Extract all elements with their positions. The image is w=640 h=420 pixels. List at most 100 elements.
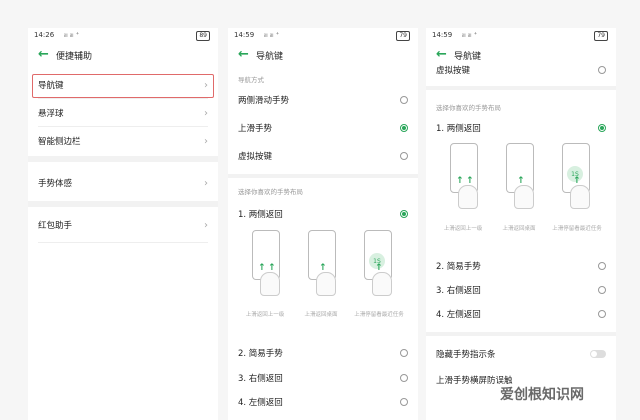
chevron-right-icon: › xyxy=(204,219,208,231)
section-gap xyxy=(28,201,218,207)
option-label: 虚拟按键 xyxy=(238,152,273,162)
radio-button[interactable] xyxy=(598,262,606,270)
radio-button[interactable] xyxy=(400,374,408,382)
radio-button[interactable] xyxy=(400,96,408,104)
status-bar: 14:59 ᵢₗₗ ᵢₗₗ ⁺ 79 xyxy=(228,28,418,44)
page-title: 导航键 xyxy=(256,52,284,62)
option-label: 1. 两侧返回 xyxy=(238,210,283,220)
option-label: 2. 简易手势 xyxy=(238,349,283,359)
battery-level: 79 xyxy=(594,31,608,41)
settings-panel-1: 14:26 ᵢₗₗ ᵢₗₗ ⁺ 89 ← 便捷辅助 导航键 › 悬浮球 › 智能侧边… xyxy=(28,28,218,420)
back-arrow-icon[interactable]: ← xyxy=(238,47,249,62)
menu-item-nav-keys[interactable]: 导航键 › xyxy=(38,75,208,95)
layout-option-1[interactable]: 1. 两侧返回 xyxy=(436,118,606,138)
status-time: 14:59 xyxy=(432,31,453,39)
status-time: 14:59 xyxy=(234,31,255,39)
caption: 上滑返回上一级 xyxy=(245,312,285,318)
settings-panel-3: 14:59 ᵢₗₗ ᵢₗₗ ⁺ 79 ← 导航键 虚拟按键 选择你喜欢的手势布局… xyxy=(426,28,616,420)
menu-item-label: 导航键 xyxy=(38,81,64,91)
radio-button[interactable] xyxy=(598,310,606,318)
section-label: 选择你喜欢的手势布局 xyxy=(436,104,501,112)
radio-button[interactable] xyxy=(400,349,408,357)
menu-item-label: 悬浮球 xyxy=(38,109,64,119)
option-label: 4. 左侧返回 xyxy=(238,398,283,408)
header: ← 导航键 xyxy=(228,44,418,68)
option-virtual-keys[interactable]: 虚拟按键 xyxy=(436,60,606,80)
menu-item-gestures[interactable]: 手势体感 › xyxy=(38,173,208,193)
layout-option-3[interactable]: 3. 右侧返回 xyxy=(436,280,606,300)
caption: 上滑停留看最近任务 xyxy=(552,226,602,232)
menu-item-smart-sidebar[interactable]: 智能侧边栏 › xyxy=(38,131,208,151)
radio-button[interactable] xyxy=(598,66,606,74)
battery: 79 xyxy=(594,31,608,41)
hand-icon xyxy=(260,272,280,296)
divider xyxy=(38,126,208,127)
arrow-up-icon: ↑ xyxy=(456,176,464,186)
hand-icon xyxy=(316,272,336,296)
menu-item-label: 红包助手 xyxy=(38,221,73,231)
battery-level: 89 xyxy=(196,31,210,41)
layout-option-2[interactable]: 2. 简易手势 xyxy=(436,256,606,276)
option-label: 隐藏手势指示条 xyxy=(436,350,496,360)
back-arrow-icon[interactable]: ← xyxy=(38,47,49,62)
option-label: 3. 右侧返回 xyxy=(436,286,481,296)
status-bar: 14:26 ᵢₗₗ ᵢₗₗ ⁺ 89 xyxy=(28,28,218,44)
radio-button[interactable] xyxy=(400,152,408,160)
menu-item-label: 智能侧边栏 xyxy=(38,137,81,147)
menu-item-floating-ball[interactable]: 悬浮球 › xyxy=(38,103,208,123)
chevron-right-icon: › xyxy=(204,177,208,189)
radio-button[interactable] xyxy=(400,398,408,406)
layout-option-1[interactable]: 1. 两侧返回 xyxy=(238,204,408,224)
chevron-right-icon: › xyxy=(204,107,208,119)
chevron-right-icon: › xyxy=(204,135,208,147)
status-bar: 14:59 ᵢₗₗ ᵢₗₗ ⁺ 79 xyxy=(426,28,616,44)
layout-option-2[interactable]: 2. 简易手势 xyxy=(238,343,408,363)
page-title: 便捷辅助 xyxy=(56,52,93,62)
option-label: 4. 左侧返回 xyxy=(436,310,481,320)
caption: 上滑停留看最近任务 xyxy=(354,312,404,318)
toggle-switch[interactable] xyxy=(590,350,606,358)
battery: 89 xyxy=(196,31,210,41)
layout-option-4[interactable]: 4. 左侧返回 xyxy=(436,304,606,324)
signal-icon: ᵢₗₗ ᵢₗₗ ⁺ xyxy=(264,31,280,39)
header: ← 便捷辅助 xyxy=(28,44,218,68)
radio-button[interactable] xyxy=(400,124,408,132)
divider xyxy=(38,98,208,99)
chevron-right-icon: › xyxy=(204,79,208,91)
section-gap xyxy=(426,86,616,90)
section-gap xyxy=(228,174,418,178)
caption: 上滑返回桌面 xyxy=(304,312,338,318)
status-time: 14:26 xyxy=(34,31,55,39)
divider xyxy=(38,242,208,243)
signal-icon: ᵢₗₗ ᵢₗₗ ⁺ xyxy=(462,31,478,39)
layout-option-4[interactable]: 4. 左侧返回 xyxy=(238,392,408,412)
hand-icon xyxy=(458,185,478,209)
toggle-hide-gesture-bar[interactable]: 隐藏手势指示条 xyxy=(436,344,606,364)
option-two-side-swipe[interactable]: 两侧滑动手势 xyxy=(238,90,408,110)
option-label: 上滑手势 xyxy=(238,124,273,134)
menu-item-label: 手势体感 xyxy=(38,179,73,189)
section-label: 选择你喜欢的手势布局 xyxy=(238,188,303,196)
settings-panel-2: 14:59 ᵢₗₗ ᵢₗₗ ⁺ 79 ← 导航键 导航方式 两侧滑动手势 上滑手… xyxy=(228,28,418,420)
watermark: 爱创根知识网 xyxy=(500,387,584,403)
radio-button[interactable] xyxy=(400,210,408,218)
layout-option-3[interactable]: 3. 右侧返回 xyxy=(238,368,408,388)
hand-icon xyxy=(570,185,590,209)
option-label: 两侧滑动手势 xyxy=(238,96,290,106)
option-virtual-keys[interactable]: 虚拟按键 xyxy=(238,146,408,166)
hand-icon xyxy=(514,185,534,209)
radio-button[interactable] xyxy=(598,286,606,294)
hand-icon xyxy=(372,272,392,296)
caption: 上滑返回桌面 xyxy=(502,226,536,232)
section-gap xyxy=(28,156,218,162)
option-label: 3. 右侧返回 xyxy=(238,374,283,384)
caption: 上滑返回上一级 xyxy=(443,226,483,232)
option-label: 1. 两侧返回 xyxy=(436,124,481,134)
battery: 79 xyxy=(396,31,410,41)
signal-icon: ᵢₗₗ ᵢₗₗ ⁺ xyxy=(64,31,80,39)
menu-item-red-packet[interactable]: 红包助手 › xyxy=(38,215,208,235)
option-label: 虚拟按键 xyxy=(436,66,471,76)
option-swipe-up[interactable]: 上滑手势 xyxy=(238,118,408,138)
section-label: 导航方式 xyxy=(238,76,264,84)
radio-button[interactable] xyxy=(598,124,606,132)
